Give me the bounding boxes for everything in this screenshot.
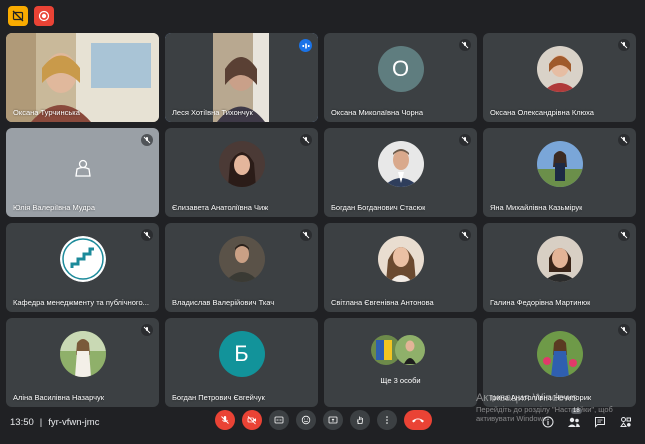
more-participants-tile[interactable]: Ще 3 особи [324,318,477,407]
participant-tile[interactable]: Галина Федорівна Мартинюк [483,223,636,312]
activities-icon [620,417,631,427]
raise-hand-button[interactable] [350,410,370,430]
mic-off-icon [141,324,153,336]
participant-tile-active-speaker[interactable]: Леся Хотіївна Тихончук [165,33,318,122]
captions-icon [274,416,284,424]
avatar [536,140,583,187]
present-screen-button[interactable] [323,410,343,430]
chat-icon [595,417,605,428]
more-vert-icon [386,416,388,424]
participant-tile[interactable]: Богдан Богданович Стасюк [324,128,477,217]
captions-off-icon[interactable] [8,6,28,26]
activities-button[interactable] [619,415,633,429]
participant-grid: Оксана Турчинська Леся Хотіївна Тихончук… [6,33,636,407]
mic-off-icon [300,134,312,146]
mic-off-icon [618,324,630,336]
participant-name: Владислав Валерійович Ткач [172,298,275,307]
participant-tile[interactable]: Яна Михайлівна Казьмірук [483,128,636,217]
participant-name: Леся Хотіївна Тихончук [172,108,253,117]
speaking-indicator-icon [299,39,312,52]
side-panel-controls: 18 [541,408,633,429]
avatar [536,330,583,377]
meeting-separator: | [39,417,43,428]
call-controls [215,410,432,430]
participant-tile[interactable]: Світлана Євгенівна Антонова [324,223,477,312]
mic-off-icon [459,134,471,146]
avatar [377,235,424,282]
avatar-letter: Б [218,330,265,377]
avatar [218,235,265,282]
avatar [536,45,583,92]
participant-tile[interactable]: Оксана Турчинська [6,33,159,122]
user-placeholder-icon [75,159,91,177]
raise-hand-icon [357,416,363,424]
top-indicators [8,6,54,26]
participant-tile[interactable]: О Оксана Миколаївна Чорна [324,33,477,122]
camera-off-icon [247,416,256,425]
mic-off-icon [618,39,630,51]
participant-name: Юлія Валеріївна Мудра [13,203,96,212]
participant-name: Оксана Олександрівна Клюха [490,108,594,117]
mic-toggle-button[interactable] [215,410,235,430]
mic-off-icon [300,229,312,241]
participant-tile[interactable]: Кафедра менеджменту та публічного... [6,223,159,312]
mic-off-icon [141,229,153,241]
emoji-icon [301,415,311,425]
participant-tile[interactable]: Аліна Василівна Назарчук [6,318,159,407]
meeting-details-button[interactable] [541,415,555,429]
mic-off-icon [618,134,630,146]
more-participants-label: Ще 3 особи [380,376,421,385]
captions-button[interactable] [269,410,289,430]
participant-tile[interactable]: Б Богдан Петрович Євгейчук [165,318,318,407]
info-icon [542,416,554,428]
people-button[interactable]: 18 [567,408,582,429]
leave-call-button[interactable] [404,410,432,430]
participant-count-badge: 18 [571,408,582,414]
participant-name: Оксана Турчинська [13,108,80,117]
meeting-info: 13:50 | fyr-vfwn-jmc [10,417,99,428]
participant-tile[interactable]: Владислав Валерійович Ткач [165,223,318,312]
emoji-reactions-button[interactable] [296,410,316,430]
participant-tile[interactable]: Юлія Валеріївна Мудра [6,128,159,217]
mic-off-icon [459,229,471,241]
mic-off-icon [459,39,471,51]
department-logo [59,235,106,282]
camera-toggle-button[interactable] [242,410,262,430]
avatar [377,140,424,187]
bottom-control-bar: 13:50 | fyr-vfwn-jmc 18 [0,404,645,444]
group-avatars [371,335,425,365]
mic-off-icon [618,229,630,241]
recording-icon[interactable] [34,6,54,26]
avatar [218,140,265,187]
present-screen-icon [328,416,338,424]
mic-off-icon [141,134,153,146]
participant-name: Оксана Миколаївна Чорна [331,108,423,117]
avatar-letter: О [377,45,424,92]
meeting-time: 13:50 [10,417,34,428]
avatar [536,235,583,282]
participant-name: Галина Федорівна Мартинюк [490,298,591,307]
people-icon [568,417,580,427]
participant-tile[interactable]: Єлизавета Анатоліївна Чиж [165,128,318,217]
avatar [59,330,106,377]
mic-off-icon [221,416,229,424]
more-options-button[interactable] [377,410,397,430]
participant-name: Аліна Василівна Назарчук [13,393,105,402]
chat-button[interactable] [593,415,607,429]
meeting-code: fyr-vfwn-jmc [48,417,100,428]
hang-up-icon [412,418,424,423]
participant-name: Яна Михайлівна Казьмірук [490,203,583,212]
participant-name: Єлизавета Анатоліївна Чиж [172,203,269,212]
participant-tile[interactable]: Оксана Олександрівна Клюха [483,33,636,122]
participant-name: Богдан Петрович Євгейчук [172,393,265,402]
participant-name: Кафедра менеджменту та публічного... [13,298,149,307]
participant-name: Світлана Євгенівна Антонова [331,298,434,307]
participant-name: Богдан Богданович Стасюк [331,203,426,212]
